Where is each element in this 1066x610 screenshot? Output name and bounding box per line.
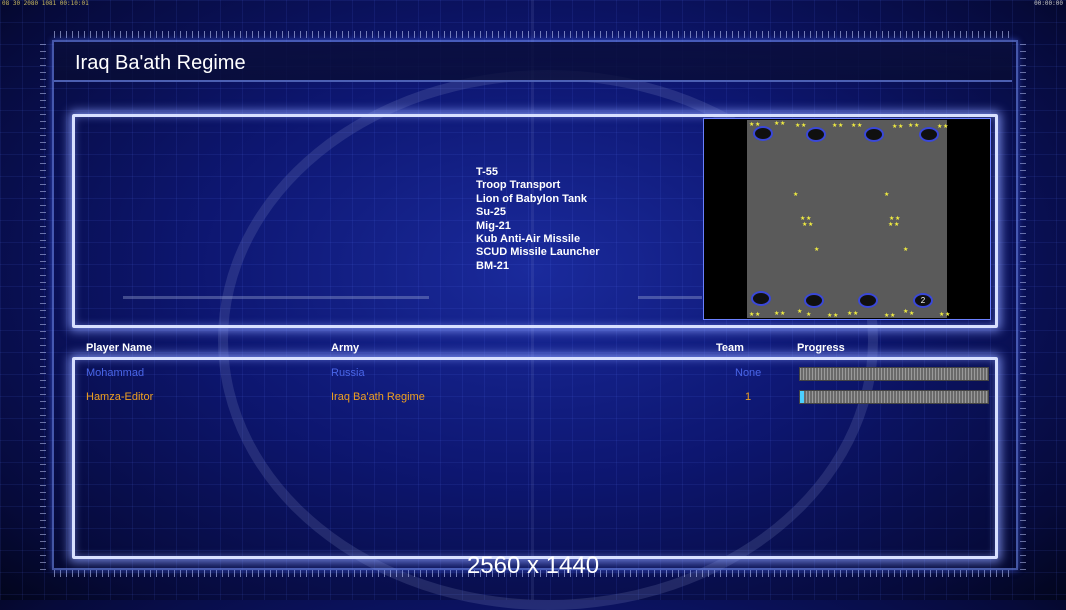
page-title: Iraq Ba'ath Regime (75, 52, 246, 74)
player-list-panel (72, 357, 998, 559)
star-icon: ★ (755, 312, 761, 318)
player-army: Iraq Ba'ath Regime (331, 391, 425, 403)
star-icon: ★ (838, 123, 844, 129)
star-icon: ★ (945, 312, 951, 318)
right-clock: 00:00:00 (1034, 0, 1063, 7)
star-icon: ★ (802, 222, 808, 228)
star-icon: ★ (749, 122, 755, 128)
star-icon: ★ (943, 124, 949, 130)
unit-list: T-55 Troop Transport Lion of Babylon Tan… (476, 166, 599, 273)
star-icon: ★ (801, 123, 807, 129)
star-icon: ★ (797, 309, 803, 315)
ruler-right (1020, 40, 1026, 570)
star-icon: ★ (908, 123, 914, 129)
spawn-slot[interactable] (858, 293, 878, 308)
star-icon: ★ (795, 123, 801, 129)
spawn-slot[interactable] (919, 127, 939, 142)
spawn-slot[interactable] (806, 127, 826, 142)
star-icon: ★ (857, 123, 863, 129)
star-icon: ★ (890, 313, 896, 319)
player-team: None (735, 367, 762, 379)
star-icon: ★ (909, 311, 915, 317)
title-bar: Iraq Ba'ath Regime (54, 42, 1012, 82)
ruler-top (54, 31, 1012, 38)
unit-item: Kub Anti-Air Missile (476, 233, 581, 246)
star-icon: ★ (814, 247, 820, 253)
star-icon: ★ (774, 311, 780, 317)
star-icon: ★ (851, 123, 857, 129)
spawn-slot[interactable] (804, 293, 824, 308)
resolution-label: 2560 x 1440 (466, 552, 600, 579)
star-icon: ★ (780, 311, 786, 317)
star-icon: ★ (903, 309, 909, 315)
player-name: Mohammad (86, 367, 145, 379)
star-icon: ★ (780, 121, 786, 127)
star-icon: ★ (884, 192, 890, 198)
progress-bar (799, 367, 989, 381)
star-icon: ★ (833, 313, 839, 319)
unit-item: BM-21 (476, 259, 510, 272)
header-progress: Progress (797, 342, 845, 354)
star-icon: ★ (937, 124, 943, 130)
header-player-name: Player Name (86, 342, 153, 354)
player-team: 1 (745, 391, 752, 403)
star-icon: ★ (847, 311, 853, 317)
progress-fill (800, 391, 804, 403)
star-icon: ★ (939, 312, 945, 318)
star-icon: ★ (884, 313, 890, 319)
star-icon: ★ (894, 222, 900, 228)
star-icon: ★ (806, 312, 812, 318)
unit-item: Troop Transport (476, 179, 561, 192)
star-icon: ★ (793, 192, 799, 198)
star-icon: ★ (774, 121, 780, 127)
star-icon: ★ (853, 311, 859, 317)
minimap-terrain: 2 ★ ★ ★ ★ ★ ★ ★ ★ ★ ★ ★ ★ ★ ★ ★ ★ ★ ★ ★ ★ ★ ★ ★ ★ ★ ★ ★ ★ ★ ★ ★ ★ ★ ★ ★ ★ ★ ★… (747, 120, 951, 319)
unit-item: Su-25 (476, 206, 506, 219)
player-army: Russia (331, 367, 365, 379)
top-status-bar: 08 30 2080 1081 00:10:01 00:00:00 (0, 0, 1066, 8)
unit-item: Mig-21 (476, 219, 511, 232)
unit-item: SCUD Missile Launcher (476, 246, 600, 259)
ruler-left (40, 40, 46, 570)
star-icon: ★ (903, 247, 909, 253)
spawn-slot[interactable] (864, 127, 884, 142)
star-icon: ★ (755, 122, 761, 128)
header-team: Team (716, 342, 744, 354)
progress-bar (799, 390, 989, 404)
spawn-slot[interactable] (751, 291, 771, 306)
star-icon: ★ (914, 123, 920, 129)
spawn-slot[interactable] (753, 126, 773, 141)
unit-item: Lion of Babylon Tank (476, 192, 588, 205)
star-icon: ★ (832, 123, 838, 129)
star-icon: ★ (898, 124, 904, 130)
header-army: Army (331, 342, 360, 354)
spawn-slot-occupied[interactable]: 2 (913, 293, 933, 308)
left-clock: 08 30 2080 1081 00:10:01 (2, 0, 89, 7)
unit-item: T-55 (476, 166, 499, 178)
star-icon: ★ (888, 222, 894, 228)
star-icon: ★ (749, 312, 755, 318)
star-icon: ★ (892, 124, 898, 130)
minimap[interactable]: 2 ★ ★ ★ ★ ★ ★ ★ ★ ★ ★ ★ ★ ★ ★ ★ ★ ★ ★ ★ ★ ★ ★ ★ ★ ★ ★ ★ ★ ★ ★ ★ ★ ★ ★ ★ ★ ★ ★… (703, 118, 991, 320)
star-icon: ★ (808, 222, 814, 228)
player-name: Hamza-Editor (86, 391, 154, 403)
star-icon: ★ (827, 313, 833, 319)
